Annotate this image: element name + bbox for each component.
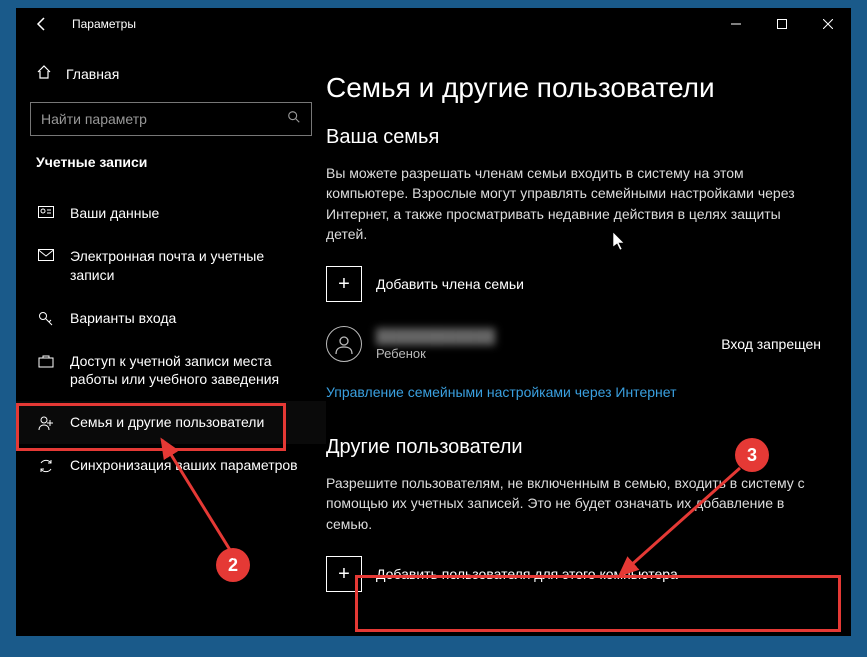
- search-input[interactable]: [41, 111, 287, 127]
- avatar-icon: [326, 326, 362, 362]
- back-button[interactable]: [28, 16, 56, 32]
- sidebar-item-your-info[interactable]: Ваши данные: [16, 192, 326, 235]
- family-description: Вы можете разрешать членам семьи входить…: [326, 163, 821, 244]
- page-title: Семья и другие пользователи: [326, 72, 821, 104]
- search-icon: [287, 110, 301, 129]
- add-other-user-button[interactable]: + Добавить пользователя для этого компью…: [326, 556, 821, 592]
- sidebar: Главная Учетные записи Ваши данные Элект…: [16, 40, 326, 636]
- sidebar-item-label: Синхронизация ваших параметров: [70, 456, 298, 475]
- sidebar-item-signin[interactable]: Варианты входа: [16, 297, 326, 340]
- family-heading: Ваша семья: [326, 126, 821, 149]
- id-card-icon: [36, 206, 56, 220]
- sidebar-item-label: Семья и другие пользователи: [70, 413, 264, 432]
- settings-window: Параметры Главная Учетные записи: [16, 8, 851, 636]
- sync-icon: [36, 458, 56, 474]
- others-heading: Другие пользователи: [326, 436, 821, 459]
- member-status: Вход запрещен: [721, 336, 821, 352]
- sidebar-item-label: Ваши данные: [70, 204, 159, 223]
- sidebar-item-label: Доступ к учетной записи места работы или…: [70, 352, 312, 390]
- briefcase-icon: [36, 354, 56, 368]
- window-title: Параметры: [72, 17, 136, 31]
- content-area: Семья и другие пользователи Ваша семья В…: [326, 40, 851, 636]
- member-role: Ребенок: [376, 346, 721, 361]
- home-icon: [36, 64, 52, 85]
- window-controls: [713, 8, 851, 40]
- plus-icon: +: [326, 266, 362, 302]
- add-family-member-button[interactable]: + Добавить члена семьи: [326, 266, 821, 302]
- people-icon: [36, 415, 56, 431]
- home-label: Главная: [66, 66, 119, 82]
- add-other-label: Добавить пользователя для этого компьюте…: [376, 566, 678, 582]
- manage-family-link[interactable]: Управление семейными настройками через И…: [326, 384, 676, 400]
- titlebar: Параметры: [16, 8, 851, 40]
- search-box[interactable]: [30, 102, 312, 136]
- sidebar-item-label: Варианты входа: [70, 309, 176, 328]
- arrow-left-icon: [34, 16, 50, 32]
- add-family-label: Добавить члена семьи: [376, 276, 524, 292]
- sidebar-item-family[interactable]: Семья и другие пользователи: [16, 401, 326, 444]
- member-name: ████████████: [376, 328, 721, 344]
- sidebar-item-label: Электронная почта и учетные записи: [70, 247, 312, 285]
- family-member-row[interactable]: ████████████ Ребенок Вход запрещен: [326, 326, 821, 362]
- key-icon: [36, 311, 56, 327]
- sidebar-item-work[interactable]: Доступ к учетной записи места работы или…: [16, 340, 326, 402]
- mail-icon: [36, 249, 56, 261]
- close-button[interactable]: [805, 8, 851, 40]
- maximize-button[interactable]: [759, 8, 805, 40]
- minimize-button[interactable]: [713, 8, 759, 40]
- sidebar-item-email[interactable]: Электронная почта и учетные записи: [16, 235, 326, 297]
- category-heading: Учетные записи: [16, 154, 326, 170]
- home-link[interactable]: Главная: [16, 54, 326, 94]
- others-description: Разрешите пользователям, не включенным в…: [326, 473, 821, 534]
- sidebar-item-sync[interactable]: Синхронизация ваших параметров: [16, 444, 326, 487]
- plus-icon: +: [326, 556, 362, 592]
